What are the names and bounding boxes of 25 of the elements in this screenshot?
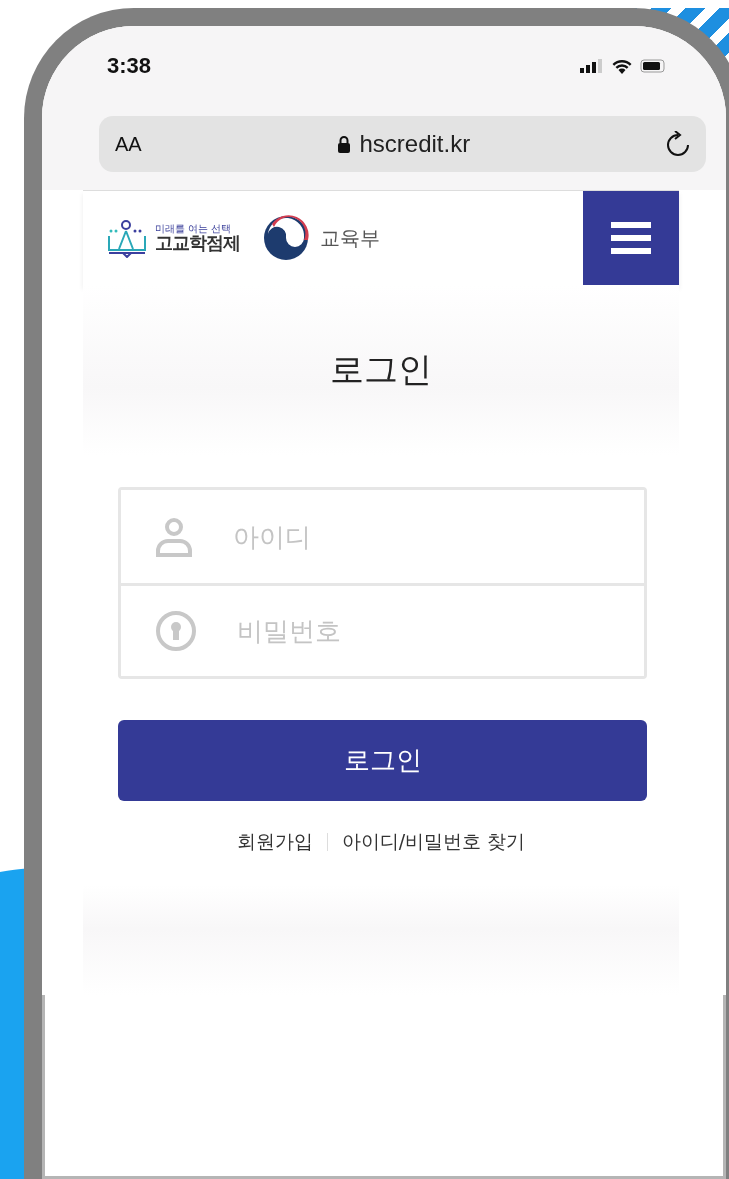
page-title: 로그인 xyxy=(330,348,432,391)
lock-icon xyxy=(337,135,352,153)
url-text: hscredit.kr xyxy=(359,130,471,158)
login-form-box[interactable]: 아이디 비밀번호 xyxy=(118,487,647,679)
battery-icon xyxy=(640,59,666,73)
id-field[interactable]: 아이디 xyxy=(233,490,644,583)
credit-system-logo-icon xyxy=(105,218,149,258)
text-size-button[interactable]: AA xyxy=(115,132,142,156)
logo-title: 고교학점제 xyxy=(155,234,240,252)
ministry-name: 교육부 xyxy=(320,224,380,252)
password-field[interactable]: 비밀번호 xyxy=(237,586,644,676)
reload-icon[interactable] xyxy=(666,131,690,157)
sign-up-link[interactable]: 회원가입 xyxy=(236,829,313,855)
login-button[interactable]: 로그인 xyxy=(118,720,647,801)
wifi-icon xyxy=(612,58,632,74)
menu-icon xyxy=(611,220,651,256)
logo-tagline: 미래를 여는 선택 xyxy=(155,224,233,234)
find-account-link[interactable]: 아이디/비밀번호 찾기 xyxy=(341,829,526,855)
taegeuk-emblem-icon xyxy=(262,214,310,262)
keyhole-icon xyxy=(155,610,197,652)
status-time: 3:38 xyxy=(107,53,152,79)
address-bar[interactable]: AA hscredit.kr xyxy=(99,116,706,172)
person-icon xyxy=(155,516,193,557)
signal-icon xyxy=(580,59,604,73)
menu-button[interactable] xyxy=(583,191,679,285)
